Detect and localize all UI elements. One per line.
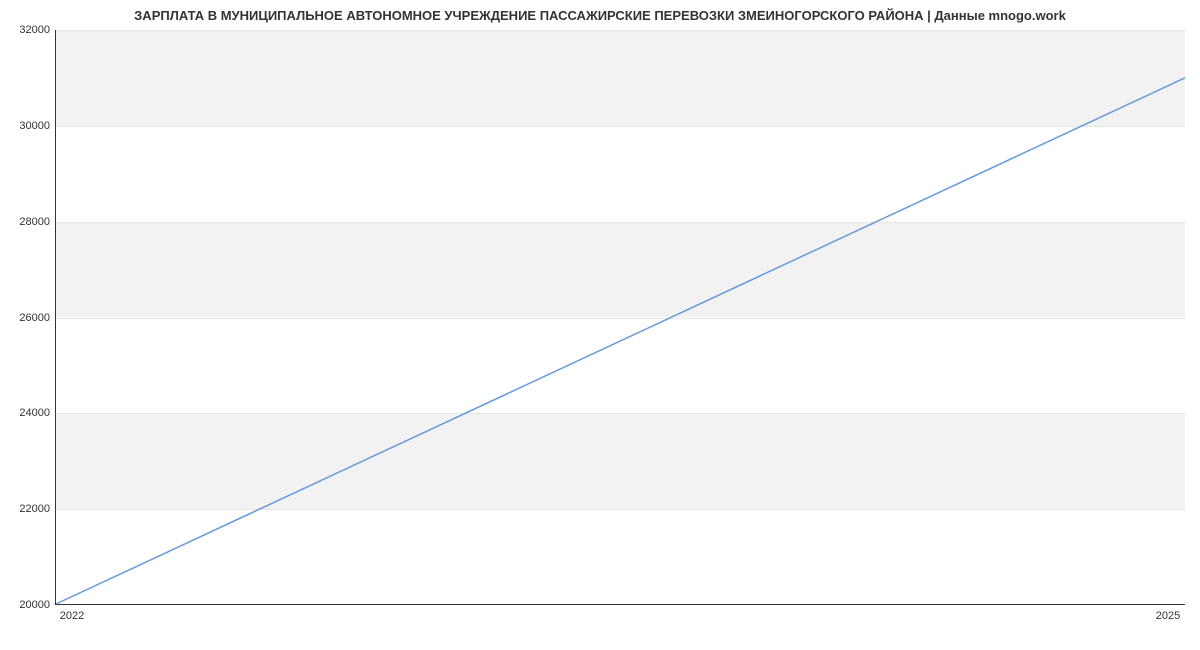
y-tick-2: 24000 xyxy=(6,407,50,419)
x-tick-1: 2025 xyxy=(1156,610,1180,622)
y-tick-0: 20000 xyxy=(6,599,50,611)
chart-container: ЗАРПЛАТА В МУНИЦИПАЛЬНОЕ АВТОНОМНОЕ УЧРЕ… xyxy=(0,0,1200,650)
y-tick-6: 32000 xyxy=(6,24,50,36)
data-line xyxy=(56,78,1185,604)
y-tick-5: 30000 xyxy=(6,120,50,132)
chart-title: ЗАРПЛАТА В МУНИЦИПАЛЬНОЕ АВТОНОМНОЕ УЧРЕ… xyxy=(0,8,1200,23)
y-tick-3: 26000 xyxy=(6,312,50,324)
plot-area xyxy=(55,30,1185,605)
y-tick-4: 28000 xyxy=(6,216,50,228)
line-svg xyxy=(56,30,1185,604)
y-tick-1: 22000 xyxy=(6,503,50,515)
x-tick-0: 2022 xyxy=(60,610,84,622)
